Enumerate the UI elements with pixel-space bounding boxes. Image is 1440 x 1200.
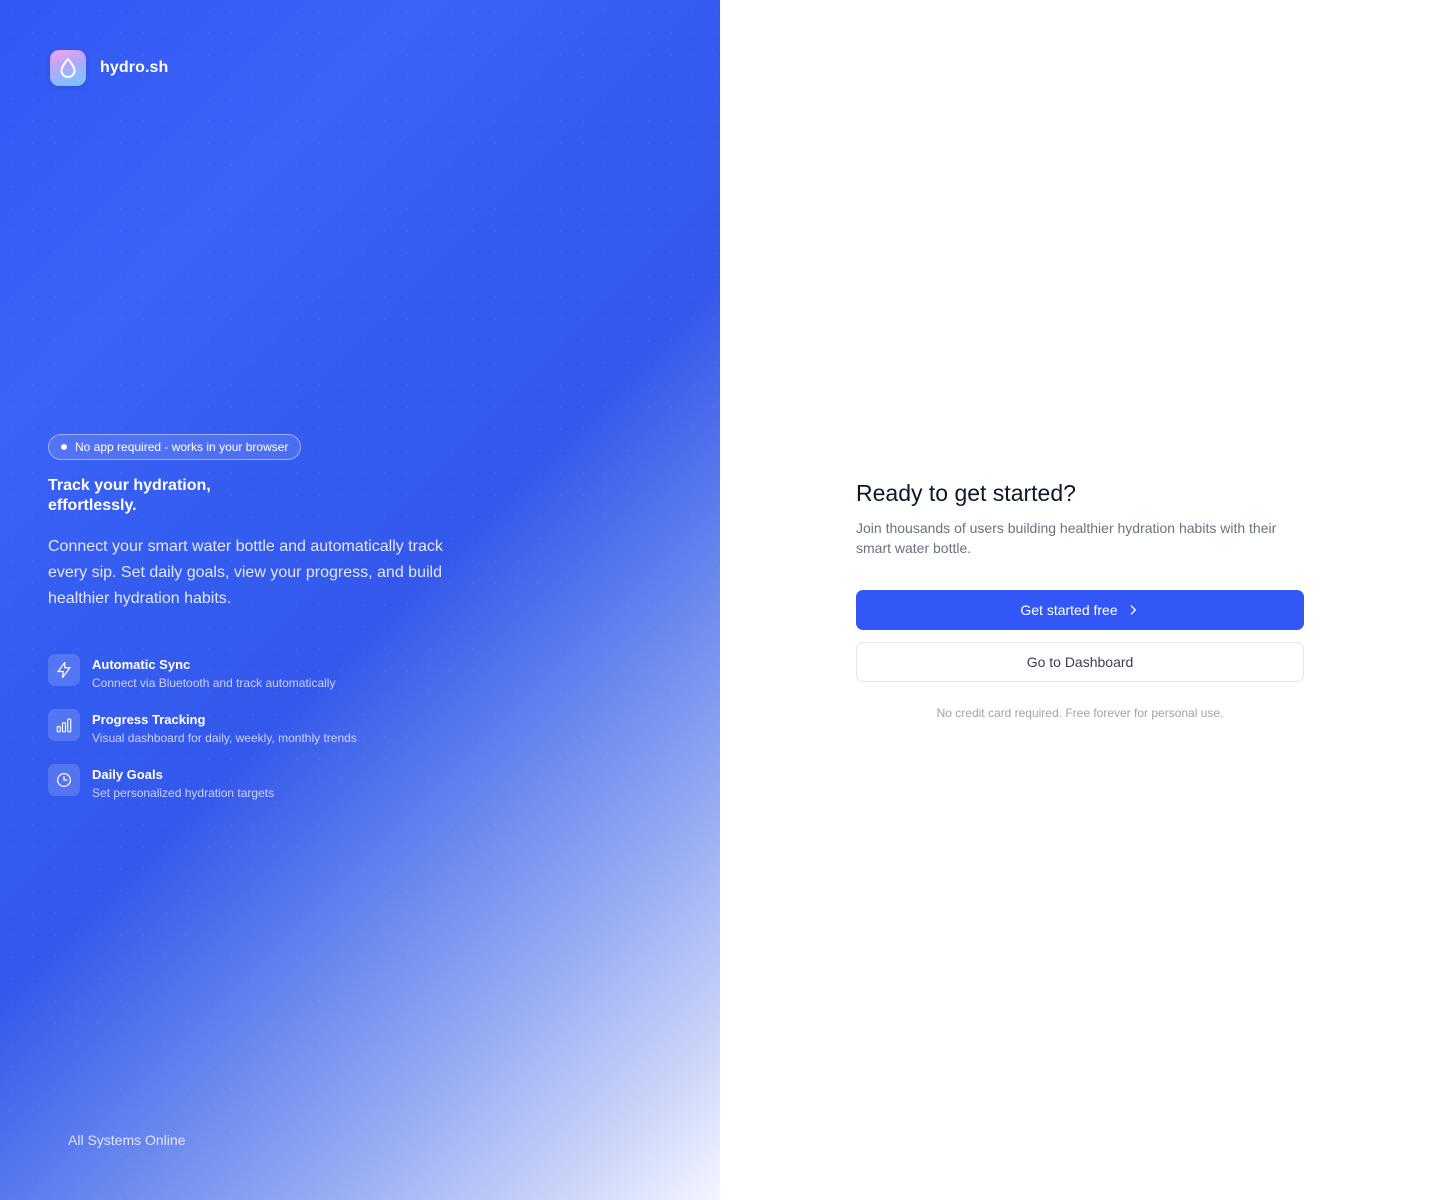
chevron-right-icon (1130, 605, 1136, 615)
feature-description: Set personalized hydration targets (92, 786, 275, 800)
feature-item-automatic-sync: Automatic Sync Connect via Bluetooth and… (48, 654, 488, 691)
lightning-icon (57, 661, 71, 679)
feature-icon-box (48, 709, 80, 741)
feature-text: Automatic Sync Connect via Bluetooth and… (92, 654, 335, 691)
feature-item-daily-goals: Daily Goals Set personalized hydration t… (48, 764, 488, 801)
cta-note: No credit card required. Free forever fo… (936, 706, 1224, 720)
hero-content: No app required - works in your browser … (48, 434, 488, 801)
feature-description: Visual dashboard for daily, weekly, mont… (92, 731, 357, 745)
get-started-label: Get started free (1020, 602, 1118, 618)
feature-title: Daily Goals (92, 767, 163, 782)
feature-text: Progress Tracking Visual dashboard for d… (92, 709, 357, 746)
go-to-dashboard-label: Go to Dashboard (1026, 654, 1134, 670)
cta-card: Ready to get started? Join thousands of … (856, 478, 1304, 720)
feature-text: Daily Goals Set personalized hydration t… (92, 764, 274, 801)
system-status: All Systems Online (68, 1132, 186, 1148)
brand[interactable]: hydro.sh (50, 50, 168, 86)
feature-item-progress-tracking: Progress Tracking Visual dashboard for d… (48, 709, 488, 746)
cta-title: Ready to get started? (856, 480, 1076, 506)
browser-badge-label: No app required - works in your browser (75, 440, 289, 454)
cta-panel: Ready to get started? Join thousands of … (720, 0, 1440, 1200)
feature-icon-box (48, 764, 80, 796)
go-to-dashboard-button[interactable]: Go to Dashboard (856, 642, 1304, 682)
hero-description: Connect your smart water bottle and auto… (48, 538, 443, 607)
brand-name: hydro.sh (100, 59, 169, 76)
hero-panel: hydro.sh No app required - works in your… (0, 0, 720, 1200)
feature-title: Automatic Sync (92, 657, 191, 672)
feature-icon-box (48, 654, 80, 686)
feature-title: Progress Tracking (92, 712, 206, 727)
get-started-button[interactable]: Get started free (856, 590, 1304, 630)
badge-dot-icon (61, 444, 67, 450)
browser-badge: No app required - works in your browser (48, 434, 302, 460)
droplet-icon (60, 58, 76, 78)
feature-description: Connect via Bluetooth and track automati… (92, 676, 336, 690)
brand-logo (50, 50, 86, 86)
page: hydro.sh No app required - works in your… (0, 0, 1440, 1200)
clock-icon (57, 773, 71, 787)
hero-headline: Track your hydration, effortlessly. (48, 477, 211, 514)
bar-chart-icon (56, 718, 72, 733)
feature-list: Automatic Sync Connect via Bluetooth and… (48, 654, 488, 801)
cta-subtitle: Join thousands of users building healthi… (856, 520, 1277, 556)
